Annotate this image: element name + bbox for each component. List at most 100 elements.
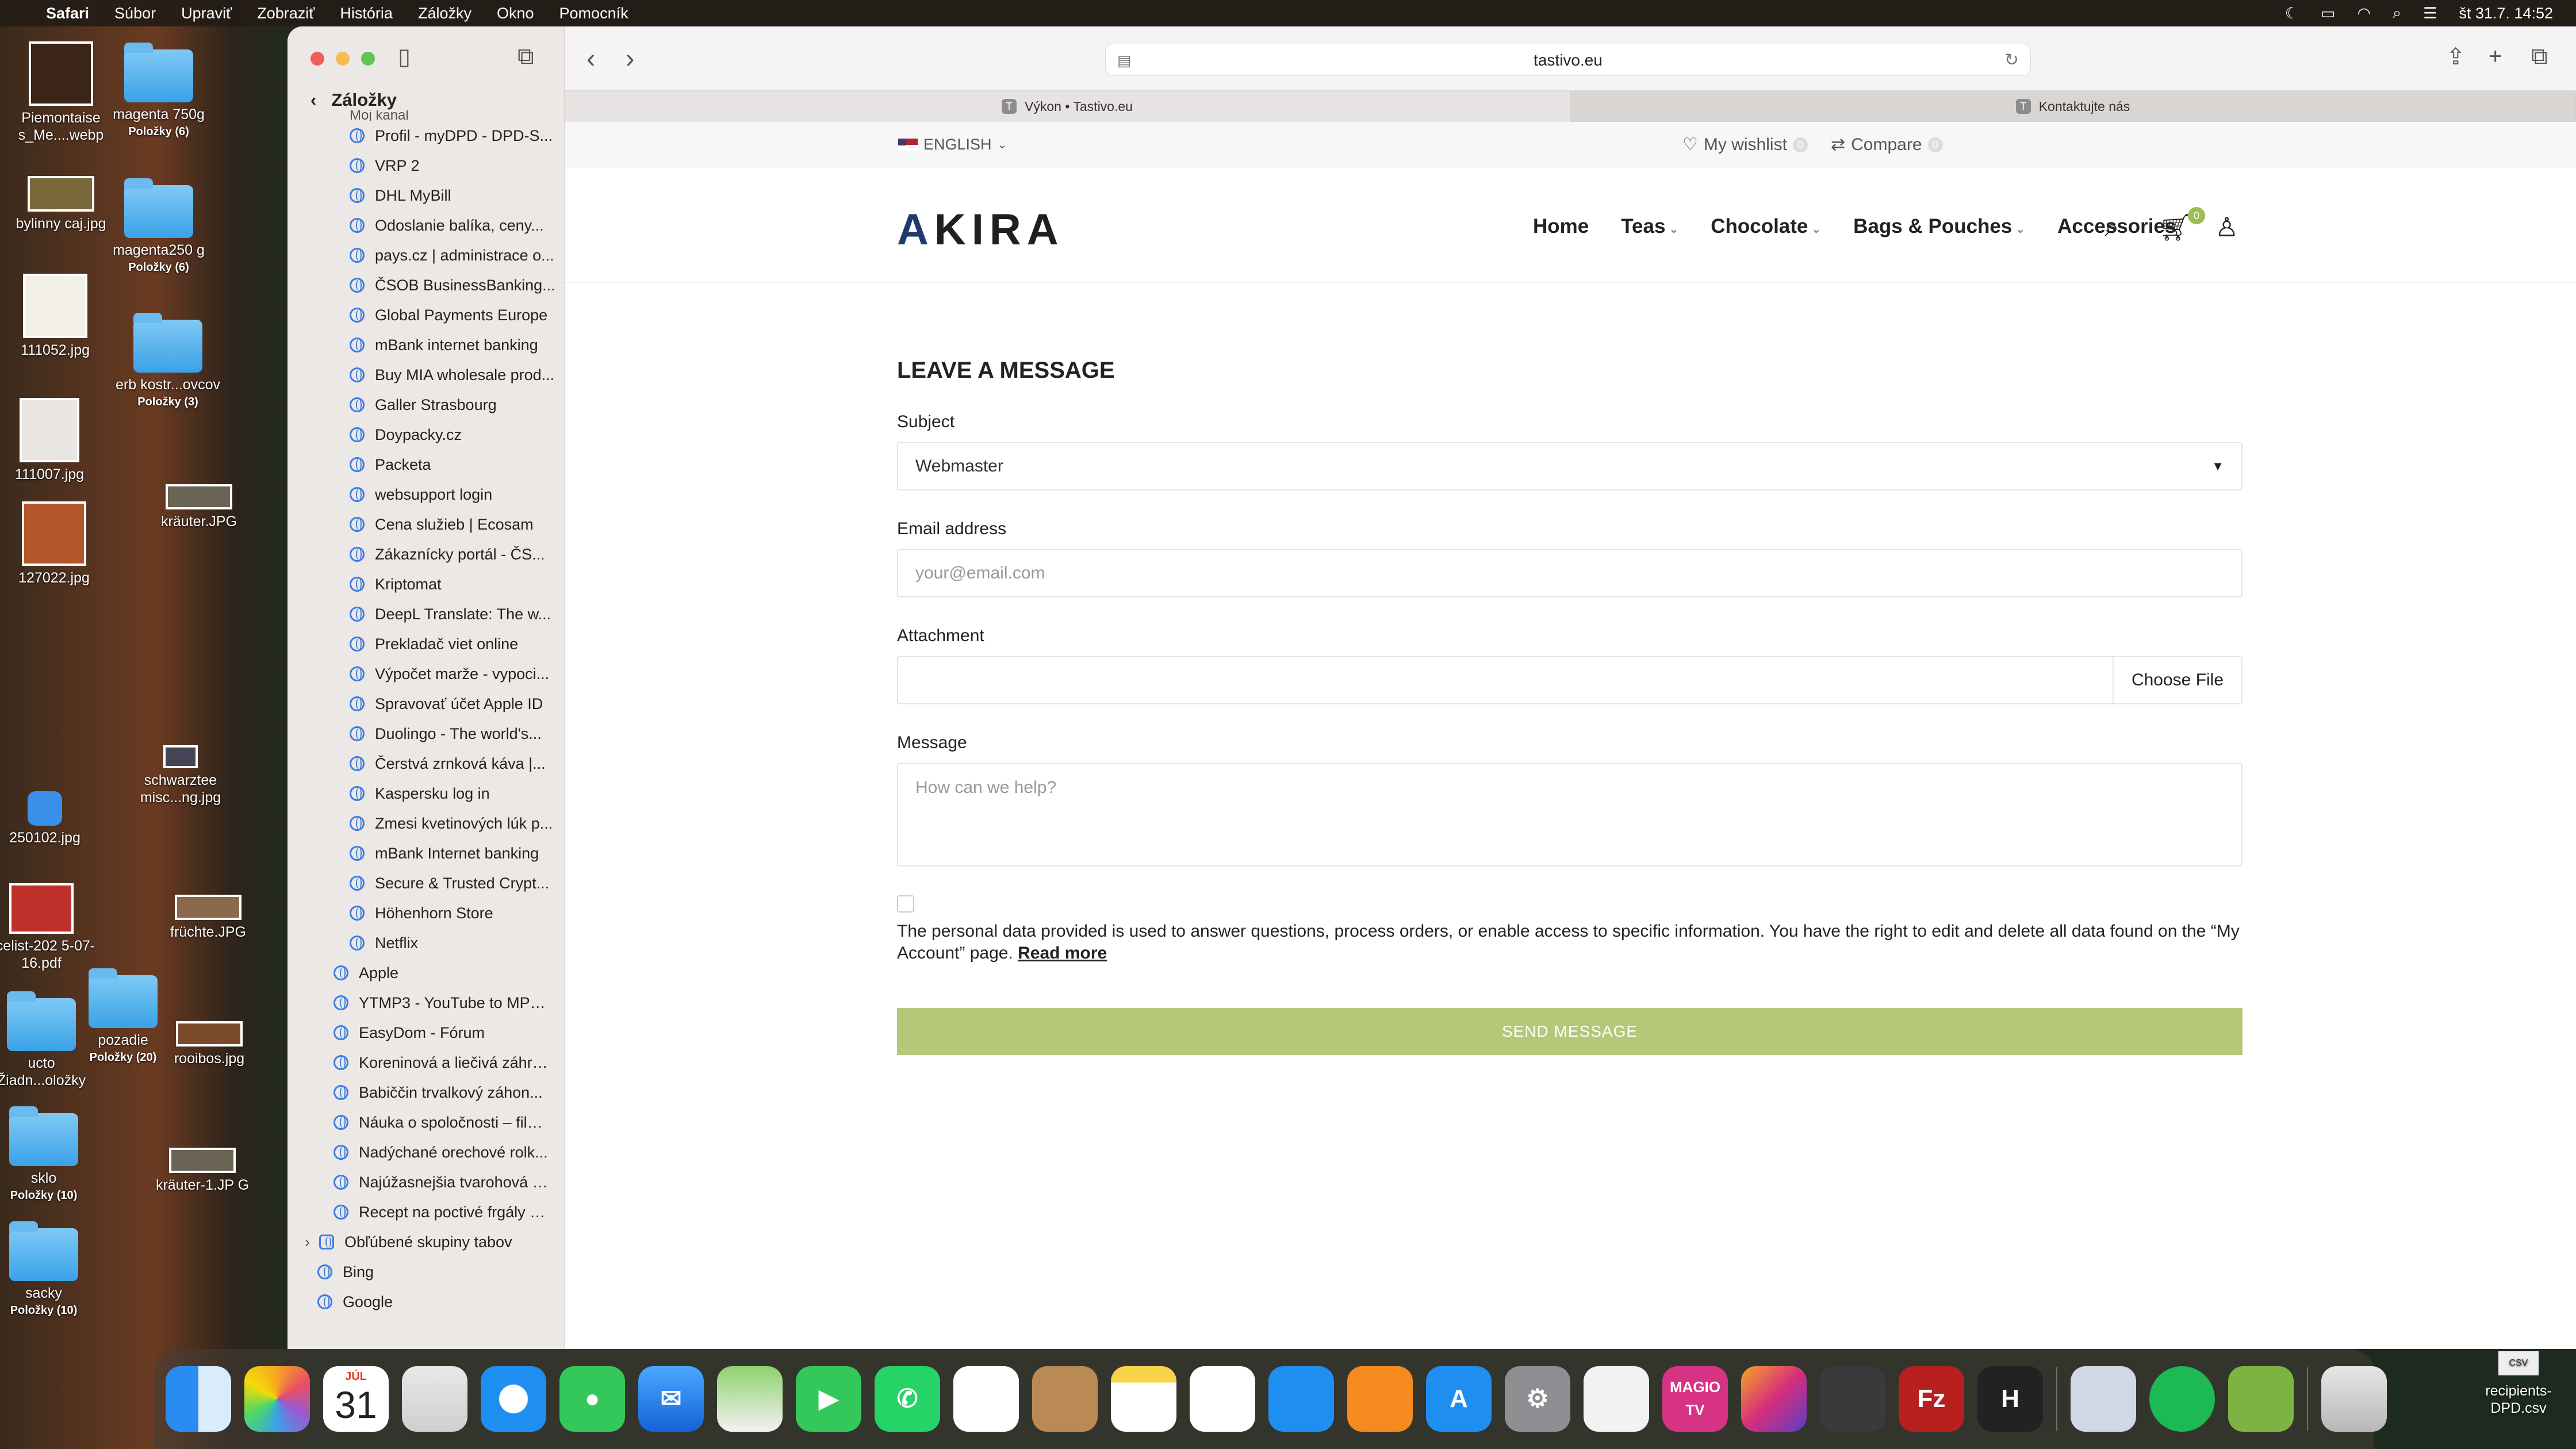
pages-icon[interactable] [1347, 1366, 1413, 1432]
calendar-icon[interactable]: JÚL 31 [323, 1366, 389, 1432]
bookmark-item[interactable]: Výpočet marže - vypoci... [288, 659, 565, 689]
account-icon[interactable]: ♙ [2215, 212, 2238, 243]
desktop-file[interactable]: kräuter-1.JP G [145, 1148, 260, 1194]
pixelmator-icon[interactable] [1741, 1366, 1807, 1432]
menu-item[interactable]: Upraviť [181, 5, 232, 22]
back-button[interactable]: ‹ [586, 43, 595, 74]
h-app-icon[interactable]: H [1977, 1366, 2043, 1432]
bookmark-item[interactable]: YTMP3 - YouTube to MP3... [288, 988, 565, 1018]
desktop-file[interactable]: kräuter.JPG [141, 484, 256, 530]
finder-icon[interactable] [166, 1366, 231, 1432]
address-bar[interactable]: ▤ tastivo.eu ↻ [1105, 44, 2031, 76]
bookmark-item[interactable]: Duolingo - The world's... [288, 719, 565, 749]
contacts-icon[interactable] [1032, 1366, 1098, 1432]
desktop-file[interactable]: 111007.jpg [0, 398, 107, 483]
photos-icon[interactable] [244, 1366, 310, 1432]
whatsapp-icon[interactable]: ✆ [875, 1366, 940, 1432]
email-input[interactable]: your@email.com [897, 549, 2242, 597]
desktop-file[interactable]: ricelist-202 5-07-16.pdf [0, 883, 99, 972]
menu-item[interactable]: Okno [497, 5, 534, 22]
bookmark-item[interactable]: ČSOB BusinessBanking... [288, 270, 565, 300]
preview-window-icon[interactable] [2071, 1366, 2136, 1432]
bookmark-item[interactable]: Bing [288, 1257, 565, 1287]
bookmark-item[interactable]: Recept na poctivé frgály a... [288, 1197, 565, 1227]
nav-bags-pouches[interactable]: Bags & Pouches ⌄ [1853, 215, 2025, 238]
bookmark-item[interactable]: Najúžasnejšia tvarohová b... [288, 1167, 565, 1197]
bookmark-item[interactable]: Packeta [288, 450, 565, 480]
image-capture-icon[interactable] [1820, 1366, 1885, 1432]
bookmark-item[interactable]: Netflix [288, 928, 565, 958]
bookmark-item[interactable]: Babiččin trvalkový záhon... [288, 1078, 565, 1107]
bookmark-item[interactable]: Profil - myDPD - DPD-S... [288, 121, 565, 151]
bookmark-item[interactable]: websupport login [288, 480, 565, 509]
trash-icon[interactable] [2321, 1366, 2387, 1432]
bookmark-item[interactable]: Zmesi kvetinových lúk p... [288, 808, 565, 838]
sidebar-header[interactable]: ‹ Záložky [310, 90, 397, 110]
keynote-icon[interactable] [1268, 1366, 1334, 1432]
nav-teas[interactable]: Teas ⌄ [1621, 215, 1678, 238]
bookmark-folder[interactable]: › Obľúbené skupiny tabov [288, 1227, 565, 1257]
nav-chocolate[interactable]: Chocolate ⌄ [1711, 215, 1821, 238]
language-selector[interactable]: ENGLISH ⌄ [898, 136, 1007, 154]
script-editor-icon[interactable] [2228, 1366, 2294, 1432]
desktop-file[interactable]: 127022.jpg [0, 501, 112, 586]
compare-link[interactable]: ⇄ Compare 0 [1831, 135, 1943, 155]
minimize-window-button[interactable] [336, 52, 350, 66]
bookmark-item[interactable]: DeepL Translate: The w... [288, 599, 565, 629]
bookmark-item[interactable]: Apple [288, 958, 565, 988]
bookmark-item[interactable]: Secure & Trusted Crypt... [288, 868, 565, 898]
chevron-right-icon[interactable]: › [305, 1233, 310, 1251]
chevron-left-icon[interactable]: ‹ [310, 90, 316, 110]
page-settings-icon[interactable]: ▤ [1117, 44, 1132, 76]
search-icon[interactable]: ⌕ [2104, 212, 2119, 244]
safari-compass-icon[interactable] [481, 1366, 546, 1432]
reminders-icon[interactable] [953, 1366, 1019, 1432]
desktop-file[interactable]: 250102.jpg [0, 791, 102, 846]
wishlist-link[interactable]: ♡ My wishlist 0 [1682, 135, 1808, 155]
bookmark-item[interactable]: Kriptomat [288, 569, 565, 599]
menu-app-name[interactable]: Safari [46, 5, 89, 22]
desktop-file[interactable]: früchte.JPG [151, 895, 266, 941]
bookmark-item[interactable]: Odoslanie balíka, ceny... [288, 210, 565, 240]
consent-checkbox[interactable] [897, 895, 914, 913]
attachment-input[interactable]: Choose File [897, 656, 2242, 704]
messages-icon[interactable]: ● [559, 1366, 625, 1432]
facetime-icon[interactable]: ▶ [796, 1366, 861, 1432]
spotlight-search-icon[interactable]: ⌕ [2393, 4, 2401, 22]
bookmark-item[interactable]: mBank Internet banking [288, 838, 565, 868]
menu-item[interactable]: Súbor [114, 5, 156, 22]
message-textarea[interactable]: How can we help? [897, 763, 2242, 867]
freeform-icon[interactable] [1190, 1366, 1255, 1432]
desktop-file[interactable]: schwarztee misc...ng.jpg [123, 745, 238, 806]
bookmark-item[interactable]: Höhenhorn Store [288, 898, 565, 928]
magio-tv-icon[interactable]: MAGIO TV [1662, 1366, 1728, 1432]
send-message-button[interactable]: SEND MESSAGE [897, 1008, 2242, 1055]
bookmark-item[interactable]: mBank internet banking [288, 330, 565, 360]
bookmark-item[interactable]: Nadýchané orechové rolk... [288, 1137, 565, 1167]
bookmark-item[interactable]: VRP 2 [288, 151, 565, 181]
bookmark-item[interactable]: Koreninová a liečivá záhra... [288, 1048, 565, 1078]
bookmark-item[interactable]: Cena služieb | Ecosam [288, 509, 565, 539]
desktop-file[interactable]: rooibos.jpg [152, 1021, 267, 1067]
launchpad-icon[interactable] [402, 1366, 467, 1432]
desktop-folder[interactable]: sacky Položky (10) [0, 1221, 101, 1319]
system-settings-icon[interactable]: ⚙ [1505, 1366, 1570, 1432]
bookmark-item[interactable]: Zákaznícky portál - ČS... [288, 539, 565, 569]
focus-moon-icon[interactable]: ☾ [2285, 5, 2299, 22]
zoom-window-button[interactable] [361, 52, 375, 66]
bookmark-item[interactable]: Kaspersku log in [288, 779, 565, 808]
share-icon[interactable]: ⇪ [2446, 44, 2466, 70]
screen-mirroring-icon[interactable]: ▭ [2321, 5, 2336, 22]
mail-icon[interactable]: ✉ [638, 1366, 704, 1432]
bookmark-item[interactable]: Prekladač viet online [288, 629, 565, 659]
tab-vykon[interactable]: T Výkon • Tastivo.eu [565, 91, 1570, 122]
bookmark-item[interactable]: Buy MIA wholesale prod... [288, 360, 565, 390]
filezilla-icon[interactable]: Fz [1899, 1366, 1964, 1432]
bookmark-item[interactable]: Náuka o spoločnosti – filo... [288, 1107, 565, 1137]
bookmark-item[interactable]: Spravovať účet Apple ID [288, 689, 565, 719]
desktop-folder[interactable]: magenta250 g Položky (6) [101, 178, 216, 276]
bookmark-item[interactable]: EasyDom - Fórum [288, 1018, 565, 1048]
read-more-link[interactable]: Read more [1018, 944, 1107, 963]
bookmark-item[interactable]: Čerstvá zrnková káva |... [288, 749, 565, 779]
menu-item[interactable]: Záložky [418, 5, 471, 22]
